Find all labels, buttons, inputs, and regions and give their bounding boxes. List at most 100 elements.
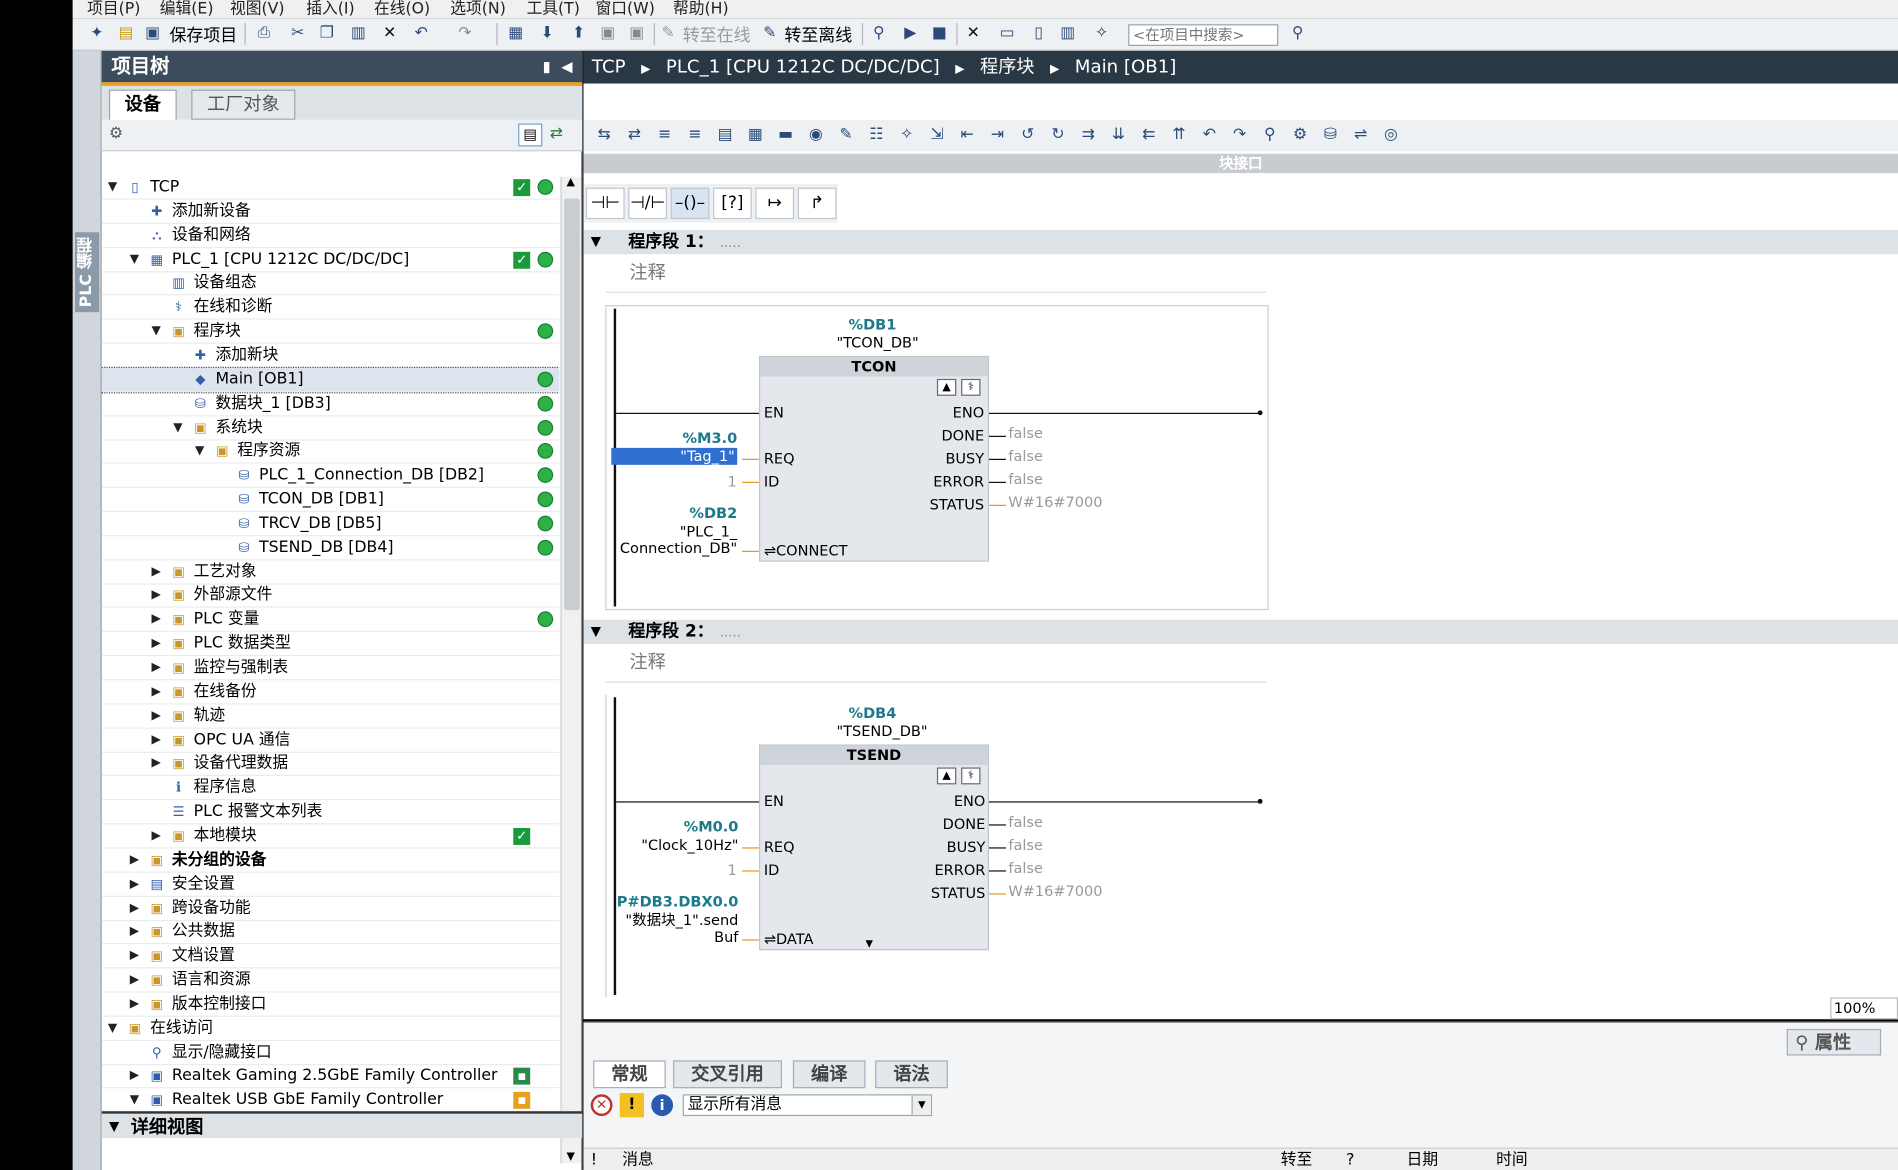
- col-message[interactable]: 消息: [622, 1149, 653, 1170]
- block-param-icon[interactable]: ▲: [936, 378, 957, 396]
- tree-item[interactable]: ▶ ▣ PLC 数据类型: [101, 632, 560, 657]
- tree-item[interactable]: ▶ ▣ OPC UA 通信: [101, 728, 560, 753]
- go-online-button[interactable]: 转至在线: [683, 23, 751, 47]
- collapsed-arrow-icon[interactable]: ▶: [128, 992, 140, 1016]
- print-icon[interactable]: ⎙: [254, 24, 273, 43]
- col-goto[interactable]: 转至: [1281, 1149, 1312, 1170]
- operand-tag[interactable]: "Clock_10Hz": [641, 836, 738, 853]
- save-icon[interactable]: ▣: [143, 24, 162, 43]
- tab-general[interactable]: 常规: [593, 1060, 666, 1089]
- operand-tag-cont[interactable]: Connection_DB": [620, 540, 737, 557]
- detail-view-header[interactable]: 详细视图: [101, 1111, 583, 1140]
- collapse-icon[interactable]: ▼: [591, 230, 601, 254]
- simulate-icon[interactable]: ▣: [598, 24, 617, 43]
- instance-db-name[interactable]: "TSEND_DB": [836, 723, 927, 740]
- tree-item[interactable]: ⛬ 设备和网络: [101, 224, 560, 248]
- tree-item[interactable]: ▶ ▣ 公共数据: [101, 920, 560, 945]
- tree-item[interactable]: ⛁ TCON_DB [DB1]: [101, 488, 560, 513]
- ref-icon[interactable]: ◎: [1380, 126, 1402, 145]
- tab-devices[interactable]: 设备: [108, 89, 177, 120]
- tab-syntax[interactable]: 语法: [875, 1060, 948, 1089]
- collapsed-arrow-icon[interactable]: ▶: [128, 1065, 140, 1089]
- breadcrumb-item[interactable]: Main [OB1]: [1075, 56, 1177, 78]
- menu-item[interactable]: 工具(T): [527, 0, 580, 18]
- overview-icon[interactable]: ▤: [518, 123, 543, 147]
- project-search-input[interactable]: [1128, 24, 1279, 46]
- tree-item[interactable]: ⚕ 在线和诊断: [101, 296, 560, 320]
- block-diag-icon[interactable]: ⚕: [961, 378, 981, 396]
- tree-item[interactable]: ⛁ TSEND_DB [DB4]: [101, 536, 560, 561]
- collapsed-arrow-icon[interactable]: ▶: [150, 824, 162, 848]
- insert-row-icon[interactable]: ≡: [654, 126, 676, 145]
- undo-icon[interactable]: ↶: [412, 24, 431, 43]
- expanded-arrow-icon[interactable]: ▼: [150, 320, 162, 344]
- tree-item[interactable]: ◆ Main [OB1]: [101, 366, 560, 394]
- tree-item[interactable]: ▼ ▣ 程序资源: [101, 440, 560, 465]
- collapsed-arrow-icon[interactable]: ▶: [150, 752, 162, 776]
- modify-icon[interactable]: ⇌: [1350, 126, 1372, 145]
- copy-icon[interactable]: ❐: [317, 24, 336, 43]
- monitor-icon[interactable]: ⛁: [1319, 126, 1341, 145]
- col-question[interactable]: ?: [1346, 1149, 1354, 1170]
- tree-item[interactable]: ▶ ▣ 工艺对象: [101, 560, 560, 585]
- settings-icon[interactable]: ✧: [1092, 24, 1111, 43]
- collapsed-arrow-icon[interactable]: ▶: [150, 680, 162, 704]
- collapsed-arrow-icon[interactable]: ▶: [128, 944, 140, 968]
- nc-contact-icon[interactable]: ⊣/⊢: [628, 187, 667, 220]
- insert-network-icon[interactable]: ⇆: [593, 126, 615, 145]
- tree-item[interactable]: ⛁ TRCV_DB [DB5]: [101, 512, 560, 537]
- download-icon[interactable]: ⬇: [537, 24, 556, 43]
- menu-item[interactable]: 编辑(E): [160, 0, 214, 18]
- breadcrumb-item[interactable]: 程序块: [980, 56, 1034, 78]
- instance-db-name[interactable]: "TCON_DB": [836, 334, 918, 351]
- split-vertical-icon[interactable]: ▯: [1029, 24, 1048, 43]
- add-row-icon[interactable]: ≡: [684, 126, 706, 145]
- instance-db-address[interactable]: %DB4: [849, 705, 897, 722]
- tree-item[interactable]: ▶ ▣ 监控与强制表: [101, 656, 560, 681]
- compile-icon[interactable]: ▦: [506, 24, 525, 43]
- scroll-up-icon[interactable]: ▲: [567, 177, 575, 189]
- symbolic-icon[interactable]: ⇲: [926, 126, 948, 145]
- collapsed-arrow-icon[interactable]: ▶: [128, 968, 140, 992]
- tree-item[interactable]: ▶ ▣ 版本控制接口: [101, 992, 560, 1017]
- pin-icon[interactable]: ▮: [543, 51, 551, 82]
- menu-item[interactable]: 窗口(W): [596, 0, 655, 18]
- redo-icon[interactable]: ↷: [455, 24, 474, 43]
- tree-item[interactable]: ☰ PLC 报警文本列表: [101, 800, 560, 825]
- error-filter-icon[interactable]: ✕: [590, 1094, 613, 1117]
- go-online-icon[interactable]: ✎: [659, 24, 678, 43]
- tree-item[interactable]: ▶ ▣ Realtek Gaming 2.5GbE Family Controlle…: [101, 1065, 560, 1089]
- favorites-icon[interactable]: ☷: [866, 126, 888, 145]
- tree-item[interactable]: ▶ ▣ 本地模块 ✓: [101, 824, 560, 849]
- block-diag-icon[interactable]: ⚕: [961, 767, 981, 785]
- tree-item[interactable]: ✚ 添加新设备: [101, 200, 560, 224]
- scroll-down-icon[interactable]: ▼: [567, 1151, 575, 1163]
- open-project-icon[interactable]: ▤: [116, 24, 135, 43]
- refresh-icon[interactable]: ⇄: [550, 125, 563, 143]
- tab-plant-objects[interactable]: 工厂对象: [191, 89, 296, 120]
- update-calls-icon[interactable]: ⇉: [1077, 126, 1099, 145]
- operand-tag-cont[interactable]: Buf: [714, 928, 738, 945]
- save-project-button[interactable]: 保存项目: [169, 23, 237, 47]
- tree-item[interactable]: ▼ ▣ 程序块: [101, 320, 560, 344]
- collapsed-arrow-icon[interactable]: ▶: [128, 848, 140, 872]
- properties-tab[interactable]: ⚲ 属性: [1786, 1028, 1882, 1056]
- indent-icon[interactable]: ⇇: [1138, 126, 1160, 145]
- tree-scrollbar[interactable]: ▲ ▼: [560, 176, 582, 1163]
- output-value[interactable]: false: [1008, 425, 1043, 442]
- network-2-comment[interactable]: 注释: [605, 646, 1267, 683]
- compile-block-icon[interactable]: ↶: [1198, 126, 1220, 145]
- go-offline-button[interactable]: 转至离线: [784, 23, 852, 47]
- dropdown-arrow-icon[interactable]: ▼: [911, 1095, 931, 1115]
- menu-item[interactable]: 在线(O): [374, 0, 430, 18]
- collapsed-arrow-icon[interactable]: ▶: [150, 584, 162, 608]
- cut-icon[interactable]: ✂: [288, 24, 307, 43]
- network-1-comment[interactable]: 注释: [605, 257, 1267, 293]
- collapsed-arrow-icon[interactable]: ▶: [150, 608, 162, 632]
- tree-item[interactable]: ▼ ▣ 在线访问: [101, 1017, 560, 1041]
- output-value[interactable]: false: [1008, 448, 1043, 465]
- tree-item[interactable]: ▶ ▤ 安全设置: [101, 872, 560, 897]
- collapsed-arrow-icon[interactable]: ▶: [128, 920, 140, 944]
- collapsed-arrow-icon[interactable]: ▶: [150, 728, 162, 752]
- split-horizontal-icon[interactable]: ▭: [997, 24, 1016, 43]
